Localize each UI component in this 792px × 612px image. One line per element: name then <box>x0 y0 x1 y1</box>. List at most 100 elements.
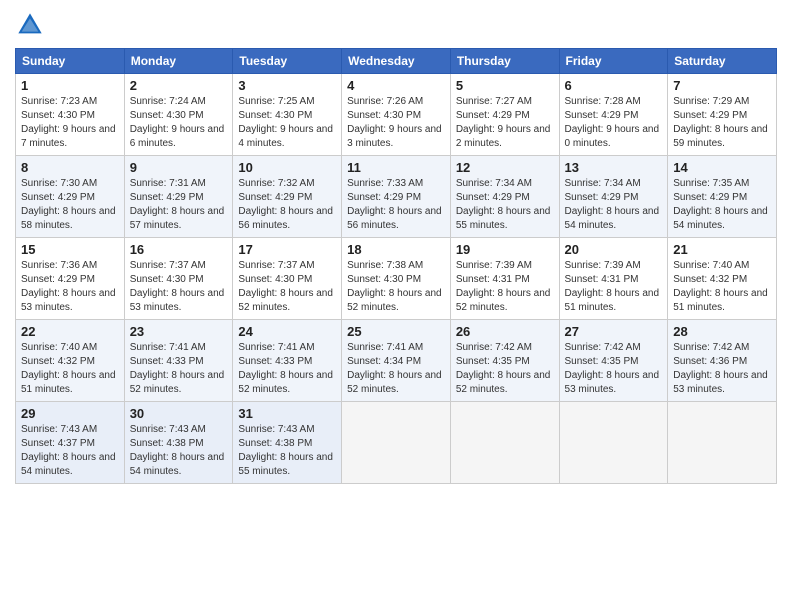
weekday-header-row: SundayMondayTuesdayWednesdayThursdayFrid… <box>16 49 777 74</box>
weekday-sunday: Sunday <box>16 49 125 74</box>
week-row-4: 22Sunrise: 7:40 AMSunset: 4:32 PMDayligh… <box>16 320 777 402</box>
day-number: 21 <box>673 242 771 257</box>
day-info: Sunrise: 7:26 AMSunset: 4:30 PMDaylight:… <box>347 95 445 151</box>
weekday-thursday: Thursday <box>450 49 559 74</box>
day-number: 10 <box>238 160 336 175</box>
calendar-cell: 2 Sunrise: 7:24 AMSunset: 4:30 PMDaylight… <box>124 74 233 156</box>
day-info: Sunrise: 7:42 AMSunset: 4:36 PMDaylight:… <box>673 341 771 397</box>
day-info: Sunrise: 7:27 AMSunset: 4:29 PMDaylight:… <box>456 95 554 151</box>
week-row-3: 15 Sunrise: 7:36 AMSunset: 4:29 PMDayligh… <box>16 238 777 320</box>
calendar-cell: 27 Sunrise: 7:42 AMSunset: 4:35 PMDayligh… <box>559 320 668 402</box>
calendar-cell: 11Sunrise: 7:33 AMSunset: 4:29 PMDayligh… <box>342 156 451 238</box>
calendar-cell: 25 Sunrise: 7:41 AMSunset: 4:34 PMDayligh… <box>342 320 451 402</box>
day-number: 27 <box>565 324 663 339</box>
day-number: 23 <box>130 324 228 339</box>
calendar-cell: 17Sunrise: 7:37 AMSunset: 4:30 PMDayligh… <box>233 238 342 320</box>
day-info: Sunrise: 7:34 AMSunset: 4:29 PMDaylight:… <box>565 177 663 233</box>
day-info: Sunrise: 7:24 AMSunset: 4:30 PMDaylight:… <box>130 95 228 151</box>
calendar-cell: 9Sunrise: 7:31 AMSunset: 4:29 PMDaylight… <box>124 156 233 238</box>
weekday-saturday: Saturday <box>668 49 777 74</box>
weekday-friday: Friday <box>559 49 668 74</box>
day-number: 5 <box>456 78 554 93</box>
day-info: Sunrise: 7:23 AMSunset: 4:30 PMDaylight:… <box>21 95 119 151</box>
day-info: Sunrise: 7:36 AMSunset: 4:29 PMDaylight:… <box>21 259 119 315</box>
day-number: 13 <box>565 160 663 175</box>
calendar-cell: 8 Sunrise: 7:30 AMSunset: 4:29 PMDaylight… <box>16 156 125 238</box>
calendar-cell <box>342 402 451 484</box>
day-number: 1 <box>21 78 119 93</box>
day-info: Sunrise: 7:28 AMSunset: 4:29 PMDaylight:… <box>565 95 663 151</box>
day-number: 24 <box>238 324 336 339</box>
day-number: 22 <box>21 324 119 339</box>
day-number: 28 <box>673 324 771 339</box>
calendar-cell: 5 Sunrise: 7:27 AMSunset: 4:29 PMDaylight… <box>450 74 559 156</box>
calendar-table: SundayMondayTuesdayWednesdayThursdayFrid… <box>15 48 777 484</box>
day-info: Sunrise: 7:29 AMSunset: 4:29 PMDaylight:… <box>673 95 771 151</box>
calendar-cell: 23 Sunrise: 7:41 AMSunset: 4:33 PMDayligh… <box>124 320 233 402</box>
day-info: Sunrise: 7:42 AMSunset: 4:35 PMDaylight:… <box>565 341 663 397</box>
logo-icon <box>15 10 45 40</box>
day-info: Sunrise: 7:34 AMSunset: 4:29 PMDaylight:… <box>456 177 554 233</box>
calendar-cell <box>668 402 777 484</box>
day-number: 8 <box>21 160 119 175</box>
day-info: Sunrise: 7:41 AMSunset: 4:33 PMDaylight:… <box>238 341 336 397</box>
calendar-cell: 18 Sunrise: 7:38 AMSunset: 4:30 PMDayligh… <box>342 238 451 320</box>
calendar-cell: 15 Sunrise: 7:36 AMSunset: 4:29 PMDayligh… <box>16 238 125 320</box>
calendar-cell: 4Sunrise: 7:26 AMSunset: 4:30 PMDaylight… <box>342 74 451 156</box>
day-info: Sunrise: 7:40 AMSunset: 4:32 PMDaylight:… <box>673 259 771 315</box>
calendar-cell: 21 Sunrise: 7:40 AMSunset: 4:32 PMDayligh… <box>668 238 777 320</box>
day-info: Sunrise: 7:25 AMSunset: 4:30 PMDaylight:… <box>238 95 336 151</box>
day-number: 2 <box>130 78 228 93</box>
week-row-2: 8 Sunrise: 7:30 AMSunset: 4:29 PMDaylight… <box>16 156 777 238</box>
calendar-cell: 14Sunrise: 7:35 AMSunset: 4:29 PMDayligh… <box>668 156 777 238</box>
day-info: Sunrise: 7:42 AMSunset: 4:35 PMDaylight:… <box>456 341 554 397</box>
weekday-wednesday: Wednesday <box>342 49 451 74</box>
day-info: Sunrise: 7:33 AMSunset: 4:29 PMDaylight:… <box>347 177 445 233</box>
day-info: Sunrise: 7:37 AMSunset: 4:30 PMDaylight:… <box>130 259 228 315</box>
day-number: 18 <box>347 242 445 257</box>
calendar-cell: 6 Sunrise: 7:28 AMSunset: 4:29 PMDaylight… <box>559 74 668 156</box>
day-number: 20 <box>565 242 663 257</box>
day-info: Sunrise: 7:38 AMSunset: 4:30 PMDaylight:… <box>347 259 445 315</box>
day-info: Sunrise: 7:30 AMSunset: 4:29 PMDaylight:… <box>21 177 119 233</box>
calendar-cell <box>559 402 668 484</box>
day-number: 3 <box>238 78 336 93</box>
calendar-cell: 3 Sunrise: 7:25 AMSunset: 4:30 PMDaylight… <box>233 74 342 156</box>
calendar-cell: 28 Sunrise: 7:42 AMSunset: 4:36 PMDayligh… <box>668 320 777 402</box>
calendar-cell: 16 Sunrise: 7:37 AMSunset: 4:30 PMDayligh… <box>124 238 233 320</box>
day-info: Sunrise: 7:43 AMSunset: 4:38 PMDaylight:… <box>130 423 228 479</box>
day-number: 15 <box>21 242 119 257</box>
day-number: 25 <box>347 324 445 339</box>
day-number: 17 <box>238 242 336 257</box>
day-number: 30 <box>130 406 228 421</box>
calendar-cell: 29 Sunrise: 7:43 AMSunset: 4:37 PMDayligh… <box>16 402 125 484</box>
day-info: Sunrise: 7:35 AMSunset: 4:29 PMDaylight:… <box>673 177 771 233</box>
header <box>15 10 777 40</box>
calendar-cell <box>450 402 559 484</box>
weekday-monday: Monday <box>124 49 233 74</box>
day-number: 29 <box>21 406 119 421</box>
day-info: Sunrise: 7:41 AMSunset: 4:33 PMDaylight:… <box>130 341 228 397</box>
day-number: 6 <box>565 78 663 93</box>
day-number: 19 <box>456 242 554 257</box>
day-info: Sunrise: 7:43 AMSunset: 4:37 PMDaylight:… <box>21 423 119 479</box>
logo <box>15 10 49 40</box>
calendar-cell: 26 Sunrise: 7:42 AMSunset: 4:35 PMDayligh… <box>450 320 559 402</box>
day-number: 26 <box>456 324 554 339</box>
weekday-tuesday: Tuesday <box>233 49 342 74</box>
day-info: Sunrise: 7:31 AMSunset: 4:29 PMDaylight:… <box>130 177 228 233</box>
day-number: 16 <box>130 242 228 257</box>
day-number: 12 <box>456 160 554 175</box>
calendar-cell: 30 Sunrise: 7:43 AMSunset: 4:38 PMDayligh… <box>124 402 233 484</box>
day-info: Sunrise: 7:43 AMSunset: 4:38 PMDaylight:… <box>238 423 336 479</box>
week-row-5: 29 Sunrise: 7:43 AMSunset: 4:37 PMDayligh… <box>16 402 777 484</box>
calendar-cell: 10 Sunrise: 7:32 AMSunset: 4:29 PMDayligh… <box>233 156 342 238</box>
day-info: Sunrise: 7:41 AMSunset: 4:34 PMDaylight:… <box>347 341 445 397</box>
day-number: 31 <box>238 406 336 421</box>
calendar-cell: 22Sunrise: 7:40 AMSunset: 4:32 PMDayligh… <box>16 320 125 402</box>
calendar-cell: 19Sunrise: 7:39 AMSunset: 4:31 PMDayligh… <box>450 238 559 320</box>
calendar-cell: 12 Sunrise: 7:34 AMSunset: 4:29 PMDayligh… <box>450 156 559 238</box>
page-container: SundayMondayTuesdayWednesdayThursdayFrid… <box>0 0 792 494</box>
day-info: Sunrise: 7:32 AMSunset: 4:29 PMDaylight:… <box>238 177 336 233</box>
day-number: 7 <box>673 78 771 93</box>
